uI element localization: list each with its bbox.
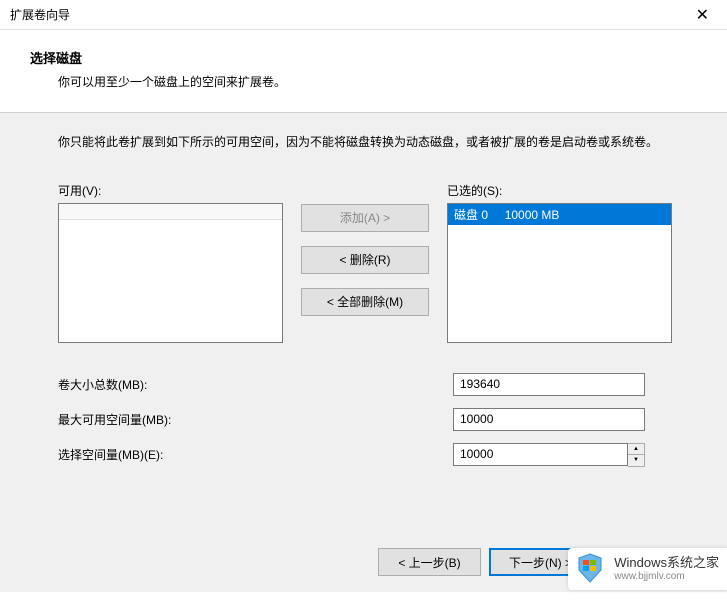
total-size-value: 193640 [453, 373, 645, 396]
page-title: 选择磁盘 [30, 48, 717, 67]
watermark-url: www.bjjmlv.com [614, 571, 719, 583]
transfer-buttons: 添加(A) > < 删除(R) < 全部删除(M) [301, 182, 429, 343]
watermark: Windows系统之家 www.bjjmlv.com [568, 548, 727, 590]
total-size-label: 卷大小总数(MB): [58, 376, 453, 393]
spin-up-icon[interactable]: ▲ [628, 444, 644, 455]
back-button[interactable]: < 上一步(B) [378, 548, 481, 576]
windows-logo-icon [572, 552, 608, 586]
max-size-row: 最大可用空间量(MB): 10000 [58, 408, 669, 431]
wizard-content: 你只能将此卷扩展到如下所示的可用空间，因为不能将磁盘转换为动态磁盘，或者被扩展的… [0, 112, 727, 532]
list-item[interactable]: 磁盘 0 10000 MB [448, 204, 671, 225]
available-listbox[interactable] [58, 203, 283, 343]
description-text: 你只能将此卷扩展到如下所示的可用空间，因为不能将磁盘转换为动态磁盘，或者被扩展的… [58, 131, 669, 154]
remove-button[interactable]: < 删除(R) [301, 246, 429, 274]
remove-all-button[interactable]: < 全部删除(M) [301, 288, 429, 316]
amount-row: 选择空间量(MB)(E): ▲ ▼ [58, 443, 669, 467]
available-column: 可用(V): [58, 182, 283, 343]
max-size-label: 最大可用空间量(MB): [58, 411, 453, 428]
watermark-title: Windows系统之家 [614, 555, 719, 571]
add-button[interactable]: 添加(A) > [301, 204, 429, 232]
available-label: 可用(V): [58, 182, 283, 199]
amount-spinner: ▲ ▼ [453, 443, 645, 467]
size-form: 卷大小总数(MB): 193640 最大可用空间量(MB): 10000 选择空… [58, 373, 669, 467]
page-subtitle: 你可以用至少一个磁盘上的空间来扩展卷。 [30, 73, 717, 90]
amount-label: 选择空间量(MB)(E): [58, 446, 453, 463]
wizard-header: 选择磁盘 你可以用至少一个磁盘上的空间来扩展卷。 [0, 30, 727, 112]
selected-column: 已选的(S): 磁盘 0 10000 MB [447, 182, 672, 343]
max-size-value: 10000 [453, 408, 645, 431]
selected-listbox[interactable]: 磁盘 0 10000 MB [447, 203, 672, 343]
total-size-row: 卷大小总数(MB): 193640 [58, 373, 669, 396]
titlebar: 扩展卷向导 ✕ [0, 0, 727, 30]
window-title: 扩展卷向导 [10, 6, 70, 23]
selected-label: 已选的(S): [447, 182, 672, 199]
close-icon[interactable]: ✕ [686, 3, 719, 27]
list-header [59, 204, 282, 220]
spin-down-icon[interactable]: ▼ [628, 455, 644, 466]
amount-input[interactable] [453, 443, 628, 466]
disk-selection-area: 可用(V): 添加(A) > < 删除(R) < 全部删除(M) 已选的(S):… [58, 182, 669, 343]
watermark-text: Windows系统之家 www.bjjmlv.com [614, 555, 719, 583]
spinner-buttons: ▲ ▼ [628, 443, 645, 467]
